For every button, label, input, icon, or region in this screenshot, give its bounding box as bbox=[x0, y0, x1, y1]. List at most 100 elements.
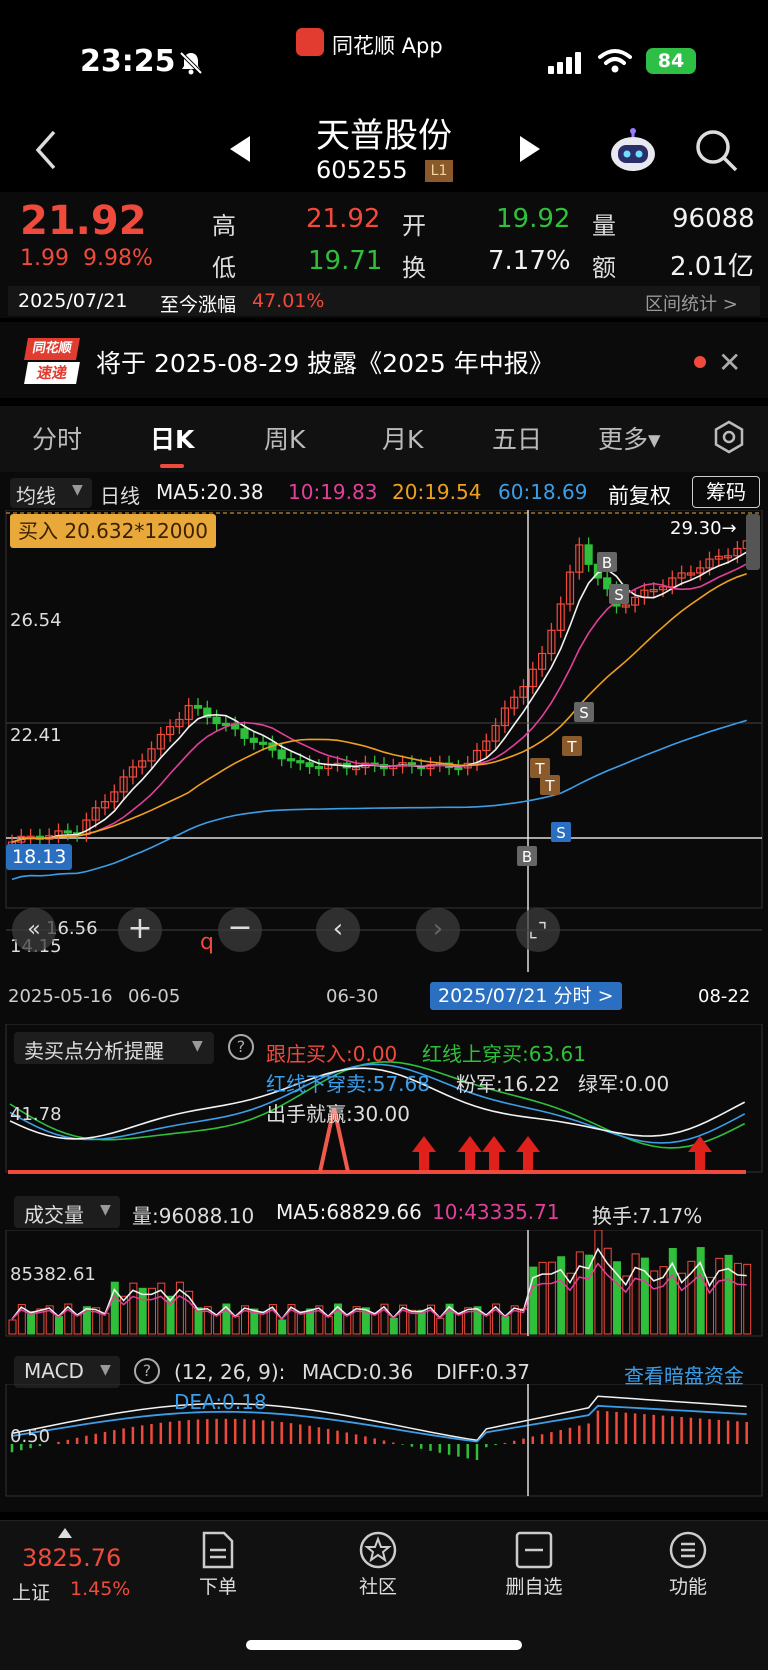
buy-order-label[interactable]: 买入 20.632*12000 bbox=[10, 514, 216, 548]
volume-bar bbox=[454, 1312, 463, 1335]
zoom-in-icon[interactable]: + bbox=[118, 908, 162, 952]
volume-ma5-line bbox=[11, 1247, 747, 1321]
nav-community-label[interactable]: 社区 bbox=[338, 1572, 418, 1599]
signal-axis-label: 41.78 bbox=[10, 1104, 62, 1125]
dark-pool-link[interactable]: 查看暗盘资金 bbox=[624, 1360, 744, 1389]
search-icon[interactable] bbox=[692, 126, 740, 174]
macd-chart[interactable] bbox=[0, 1384, 768, 1498]
amount-label: 额 bbox=[592, 254, 616, 282]
tab-weekly-k[interactable]: 周K bbox=[264, 420, 305, 456]
adjust-mode[interactable]: 前复权 bbox=[608, 480, 671, 510]
index-change: 1.45% bbox=[70, 1578, 131, 1600]
candle-body bbox=[314, 765, 323, 770]
tab-five-day[interactable]: 五日 bbox=[492, 420, 542, 456]
trade-marker-text: T bbox=[544, 777, 555, 795]
battery-indicator: 84 bbox=[646, 48, 696, 74]
chevron-down-icon: ▼ bbox=[72, 482, 83, 498]
index-name: 上证 bbox=[12, 1582, 51, 1604]
candle-body bbox=[249, 737, 258, 743]
price-axis-label: 22.41 bbox=[10, 725, 62, 746]
candle-body bbox=[193, 704, 203, 709]
index-up-arrow-icon bbox=[58, 1528, 72, 1538]
volume-selector[interactable]: 成交量 ▼ bbox=[14, 1196, 120, 1228]
change-amount: 1.99 bbox=[20, 246, 69, 271]
kline-chart[interactable]: BSTTTSSB bbox=[0, 510, 768, 972]
candle-body bbox=[305, 762, 314, 768]
ma-line bbox=[11, 719, 747, 881]
remove-watchlist-icon[interactable] bbox=[514, 1530, 554, 1570]
robot-assistant-icon[interactable] bbox=[608, 128, 658, 172]
volume-bar bbox=[631, 1253, 640, 1335]
volume-chart[interactable] bbox=[0, 1230, 768, 1338]
ma20-value: 20:19.54 bbox=[392, 480, 482, 504]
x-axis-label: 06-05 bbox=[128, 986, 181, 1007]
candle-body bbox=[286, 758, 296, 762]
close-icon[interactable]: ✕ bbox=[718, 346, 741, 379]
next-stock-icon[interactable] bbox=[516, 134, 542, 164]
volume-bar bbox=[538, 1261, 547, 1335]
tab-daily-k[interactable]: 日K bbox=[150, 420, 194, 456]
volume-selector-label: 成交量 bbox=[24, 1203, 84, 1227]
zoom-out-icon[interactable]: − bbox=[218, 908, 262, 952]
scroll-left-fast-icon[interactable]: « bbox=[12, 908, 56, 952]
settings-hexagon-icon[interactable] bbox=[712, 420, 746, 454]
volume-bar bbox=[138, 1287, 147, 1335]
prev-stock-icon[interactable] bbox=[228, 134, 254, 164]
candle-body bbox=[454, 766, 463, 771]
volume-bar bbox=[557, 1256, 566, 1335]
signal-pink-army: 粉军:16.22 bbox=[456, 1072, 560, 1096]
volume-value-label: 量:96088.10 bbox=[132, 1204, 255, 1228]
high-label: 高 bbox=[212, 212, 236, 240]
volume-bar bbox=[613, 1261, 621, 1335]
max-price-label: 29.30→ bbox=[670, 518, 737, 539]
nav-function-label[interactable]: 功能 bbox=[648, 1572, 728, 1599]
menu-function-icon[interactable] bbox=[668, 1530, 708, 1570]
tab-more[interactable]: 更多▾ bbox=[598, 420, 661, 456]
volume-bar bbox=[148, 1287, 156, 1335]
fullscreen-icon[interactable]: ⌞⌝ bbox=[516, 908, 560, 952]
candle-body bbox=[296, 760, 305, 764]
price-axis-label: 26.54 bbox=[10, 610, 62, 631]
chips-button[interactable]: 筹码 bbox=[692, 476, 760, 508]
help-icon[interactable]: ? bbox=[134, 1358, 160, 1384]
volume-bar bbox=[296, 1311, 305, 1335]
candle-body bbox=[259, 741, 268, 745]
trade-marker-text: S bbox=[579, 704, 589, 722]
index-value[interactable]: 3825.76 bbox=[22, 1544, 121, 1572]
tab-monthly-k[interactable]: 月K bbox=[382, 420, 423, 456]
price-change: 1.99 9.98% bbox=[20, 246, 153, 271]
volume-bar bbox=[482, 1314, 491, 1335]
tab-intraday[interactable]: 分时 bbox=[32, 420, 82, 456]
ma-line bbox=[11, 551, 748, 843]
chevron-down-icon: ▼ bbox=[100, 1362, 111, 1378]
macd-value: MACD:0.36 bbox=[302, 1360, 414, 1384]
community-star-icon[interactable] bbox=[358, 1530, 398, 1570]
order-document-icon[interactable] bbox=[198, 1530, 236, 1570]
selected-date: 2025/07/21 bbox=[18, 290, 128, 312]
high-value: 21.92 bbox=[306, 204, 381, 234]
open-value: 19.92 bbox=[496, 204, 571, 234]
volume-bar bbox=[389, 1317, 398, 1335]
stock-code: 605255 bbox=[316, 156, 408, 184]
notice-logo-top: 同花顺 bbox=[24, 338, 80, 360]
ma-selector[interactable]: 均线 ▼ bbox=[10, 478, 92, 508]
candle-body bbox=[277, 749, 286, 760]
signal-follow-buy: 跟庄买入:0.00 bbox=[266, 1042, 398, 1066]
current-price: 21.92 bbox=[20, 198, 147, 244]
back-chevron-icon[interactable] bbox=[30, 126, 66, 174]
nav-remove-watchlist-label[interactable]: 删自选 bbox=[494, 1572, 574, 1599]
range-stats-link[interactable]: 区间统计 > bbox=[645, 290, 738, 316]
x-axis-label: 08-22 bbox=[698, 986, 751, 1007]
notice-logo: 同花顺 速递 bbox=[24, 338, 80, 384]
app-logo-icon bbox=[296, 28, 324, 56]
move-left-icon[interactable]: ‹ bbox=[316, 908, 360, 952]
gain-value: 47.01% bbox=[252, 290, 325, 312]
amount-value: 2.01亿 bbox=[670, 252, 754, 282]
low-value: 19.71 bbox=[308, 246, 383, 276]
nav-order-label[interactable]: 下单 bbox=[178, 1572, 258, 1599]
move-right-icon[interactable]: › bbox=[416, 908, 460, 952]
cursor-price-label: 18.13 bbox=[6, 844, 73, 870]
volume-turnover: 换手:7.17% bbox=[592, 1204, 703, 1228]
buy-arrow-icon bbox=[458, 1136, 482, 1170]
intraday-link[interactable]: 2025/07/21 分时 > bbox=[430, 982, 622, 1010]
